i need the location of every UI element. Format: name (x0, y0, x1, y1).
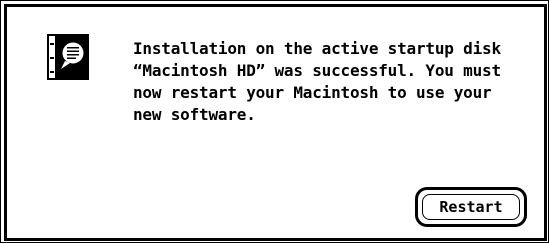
installer-note-icon (47, 33, 91, 81)
screen: Installation on the active startup disk … (0, 0, 549, 243)
alert-dialog-body: Installation on the active startup disk … (4, 4, 547, 241)
restart-button[interactable]: Restart (422, 194, 520, 220)
alert-message: Installation on the active startup disk … (133, 39, 501, 124)
alert-dialog: Installation on the active startup disk … (0, 0, 549, 243)
default-button-ring: Restart (415, 187, 527, 227)
